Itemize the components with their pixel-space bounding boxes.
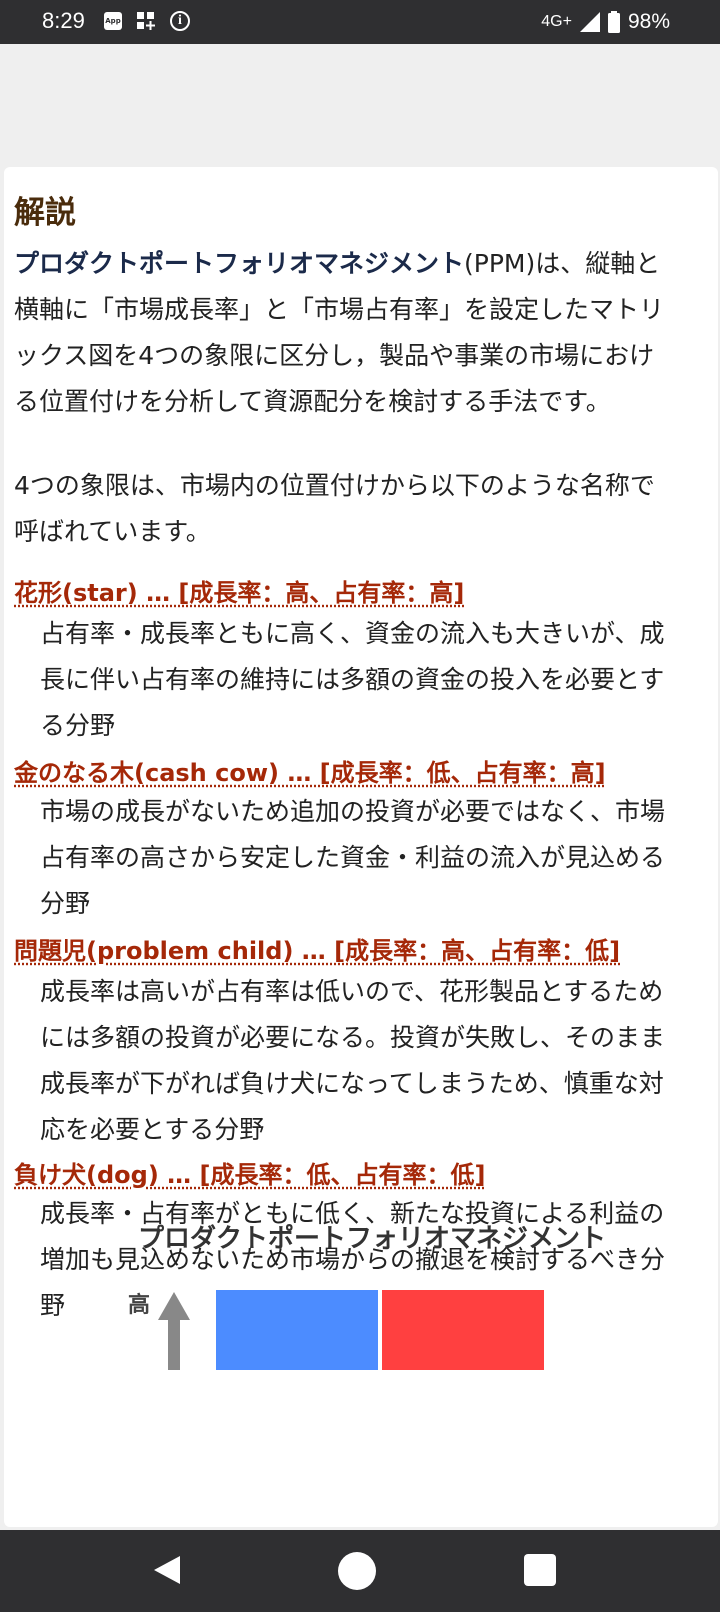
status-time: 8:29: [42, 8, 85, 33]
recents-icon[interactable]: [524, 1554, 556, 1586]
item-body-problem-child: 成長率は高いが占有率は低いので、花形製品とするため には多額の投資が必要になる。…: [40, 969, 704, 1153]
intro-line: 横軸に「市場成長率」と「市場占有率」を設定したマトリ: [14, 295, 665, 324]
figure-axis-label: 高: [128, 1293, 151, 1318]
network-type: 4G+: [541, 13, 572, 30]
quadrant-intro-paragraph: 4つの象限は、市場内の位置付けから以下のような名称で 呼ばれています。: [14, 463, 708, 555]
item-heading-dog[interactable]: 負け犬(dog) … [成長率：低、占有率：低]: [14, 1155, 485, 1190]
item-line: 占有率の高さから安定した資金・利益の流入が見込める: [40, 843, 666, 872]
item-line: 分野: [40, 889, 91, 918]
item-heading-problem-child[interactable]: 問題児(problem child) … [成長率：高、占有率：低]: [14, 931, 620, 966]
home-icon[interactable]: [338, 1552, 376, 1590]
item-body-star: 占有率・成長率ともに高く、資金の流入も大きいが、成 長に伴い占有率の維持には多額…: [40, 611, 704, 749]
item-line: には多額の投資が必要になる。投資が失敗し、そのまま: [40, 1023, 666, 1052]
app-notification-icon: App: [104, 12, 122, 30]
battery-percent: 98%: [627, 10, 670, 33]
item-line: 成長率が下がれば負け犬になってしまうため、慎重な対: [40, 1069, 664, 1098]
status-notification-icons: App i: [104, 11, 190, 31]
status-bar: 8:29 App i 4G+ 98%: [0, 0, 720, 44]
figure-title: プロダクトポートフォリオマネジメント: [138, 1224, 607, 1254]
ppm-term: プロダクトポートフォリオマネジメント: [14, 249, 465, 278]
item-line: る分野: [40, 711, 116, 740]
item-body-cash-cow: 市場の成長がないため追加の投資が必要ではなく、市場 占有率の高さから安定した資金…: [40, 789, 704, 927]
intro-line: ックス図を4つの象限に区分し，製品や事業の市場におけ: [14, 341, 655, 370]
item-line: 占有率・成長率ともに高く、資金の流入も大きいが、成: [40, 619, 665, 648]
item-heading-cash-cow[interactable]: 金のなる木(cash cow) … [成長率：低、占有率：高]: [14, 753, 606, 788]
quadrant-intro-line: 4つの象限は、市場内の位置付けから以下のような名称で: [14, 471, 655, 500]
status-system-icons: 4G+ 98%: [541, 10, 670, 34]
up-arrow-icon: [158, 1292, 190, 1370]
item-heading-star[interactable]: 花形(star) … [成長率：高、占有率：高]: [14, 573, 464, 608]
item-line: 長に伴い占有率の維持には多額の資金の投入を必要とす: [40, 665, 665, 694]
quadrant-top-left: [216, 1290, 378, 1370]
back-icon[interactable]: [150, 1552, 186, 1588]
intro-line-text: (PPM)は、縦軸と: [464, 249, 661, 278]
item-line: 応を必要とする分野: [40, 1115, 265, 1144]
section-title: 解説: [14, 195, 76, 231]
grid-plus-icon: [137, 12, 155, 30]
signal-icon: [579, 12, 600, 32]
navigation-bar: [0, 1530, 720, 1612]
intro-line: プロダクトポートフォリオマネジメント(PPM)は、縦軸と: [14, 241, 708, 287]
intro-line: る位置付けを分析して資源配分を検討する手法です。: [14, 387, 611, 416]
item-line: 市場の成長がないため追加の投資が必要ではなく、市場: [40, 797, 666, 826]
quadrant-intro-line: 呼ばれています。: [14, 517, 211, 546]
item-line: 成長率は高いが占有率は低いので、花形製品とするため: [40, 977, 664, 1006]
info-icon: i: [170, 11, 190, 31]
intro-paragraph: プロダクトポートフォリオマネジメント(PPM)は、縦軸と 横軸に「市場成長率」と…: [14, 241, 708, 425]
ad-space: [0, 44, 720, 168]
battery-icon: [607, 11, 620, 33]
quadrant-top-right: [382, 1290, 544, 1370]
